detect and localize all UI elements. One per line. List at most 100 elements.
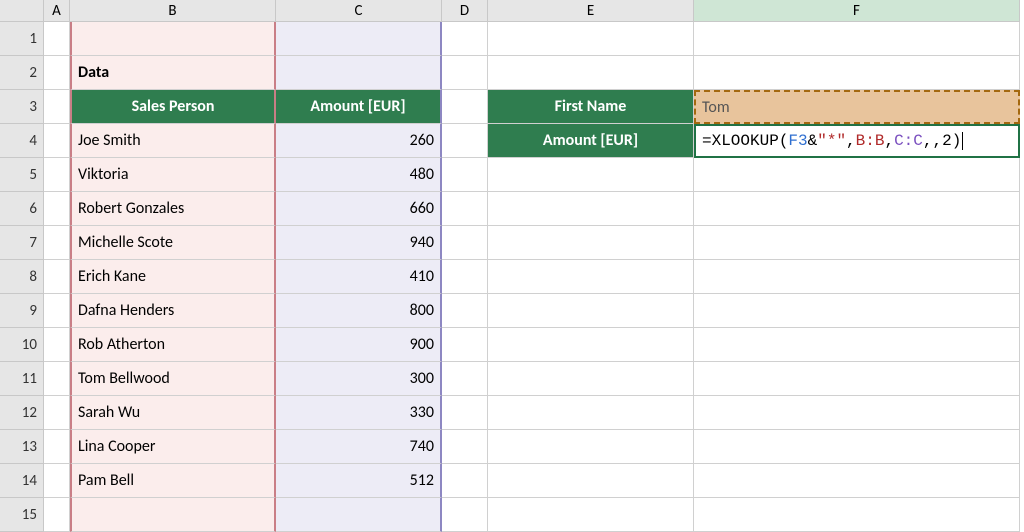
cell-F15[interactable]	[694, 498, 1020, 532]
row-header[interactable]: 15	[0, 498, 44, 532]
cell-C13[interactable]: 740	[276, 430, 442, 464]
row-header[interactable]: 10	[0, 328, 44, 362]
cell-F11[interactable]	[694, 362, 1020, 396]
cell-F5[interactable]	[694, 158, 1020, 192]
cell-F7[interactable]	[694, 226, 1020, 260]
row-header[interactable]: 2	[0, 56, 44, 90]
cell-C2[interactable]	[276, 56, 442, 90]
cell-C1[interactable]	[276, 22, 442, 56]
cell-A1[interactable]	[44, 22, 70, 56]
cell-C15[interactable]	[276, 498, 442, 532]
cell-E11[interactable]	[488, 362, 694, 396]
cell-A13[interactable]	[44, 430, 70, 464]
cell-D5[interactable]	[442, 158, 488, 192]
cell-B5[interactable]: Viktoria	[70, 158, 276, 192]
cell-B14[interactable]: Pam Bell	[70, 464, 276, 498]
cell-E15[interactable]	[488, 498, 694, 532]
cell-B9[interactable]: Dafna Henders	[70, 294, 276, 328]
cell-B4[interactable]: Joe Smith	[70, 124, 276, 158]
cell-B12[interactable]: Sarah Wu	[70, 396, 276, 430]
cell-A7[interactable]	[44, 226, 70, 260]
cell-A3[interactable]	[44, 90, 70, 124]
row-header[interactable]: 11	[0, 362, 44, 396]
row-header[interactable]: 3	[0, 90, 44, 124]
cell-F12[interactable]	[694, 396, 1020, 430]
cell-B13[interactable]: Lina Cooper	[70, 430, 276, 464]
cell-A9[interactable]	[44, 294, 70, 328]
row-header[interactable]: 13	[0, 430, 44, 464]
cell-F10[interactable]	[694, 328, 1020, 362]
cell-D12[interactable]	[442, 396, 488, 430]
cell-C10[interactable]: 900	[276, 328, 442, 362]
row-header[interactable]: 4	[0, 124, 44, 158]
cell-A2[interactable]	[44, 56, 70, 90]
cell-A8[interactable]	[44, 260, 70, 294]
row-header[interactable]: 12	[0, 396, 44, 430]
col-header-C[interactable]: C	[276, 0, 442, 22]
cell-A5[interactable]	[44, 158, 70, 192]
cell-B7[interactable]: Michelle Scote	[70, 226, 276, 260]
cell-B15[interactable]	[70, 498, 276, 532]
cell-F6[interactable]	[694, 192, 1020, 226]
cell-E10[interactable]	[488, 328, 694, 362]
spreadsheet-grid[interactable]: A B C D E F 1 2 Data 3 Sales Person Amou…	[0, 0, 1024, 532]
cell-D4[interactable]	[442, 124, 488, 158]
select-all-corner[interactable]	[0, 0, 44, 22]
row-header[interactable]: 8	[0, 260, 44, 294]
cell-E5[interactable]	[488, 158, 694, 192]
row-header[interactable]: 5	[0, 158, 44, 192]
col-header-D[interactable]: D	[442, 0, 488, 22]
cell-F14[interactable]	[694, 464, 1020, 498]
cell-E14[interactable]	[488, 464, 694, 498]
cell-C14[interactable]: 512	[276, 464, 442, 498]
cell-C12[interactable]: 330	[276, 396, 442, 430]
col-header-A[interactable]: A	[44, 0, 70, 22]
row-header[interactable]: 1	[0, 22, 44, 56]
cell-C5[interactable]: 480	[276, 158, 442, 192]
cell-D6[interactable]	[442, 192, 488, 226]
cell-C3[interactable]: Amount [EUR]	[276, 90, 442, 124]
cell-C8[interactable]: 410	[276, 260, 442, 294]
cell-E6[interactable]	[488, 192, 694, 226]
cell-F8[interactable]	[694, 260, 1020, 294]
cell-D8[interactable]	[442, 260, 488, 294]
cell-E4[interactable]: Amount [EUR]	[488, 124, 694, 158]
cell-D15[interactable]	[442, 498, 488, 532]
cell-C9[interactable]: 800	[276, 294, 442, 328]
cell-E8[interactable]	[488, 260, 694, 294]
cell-F3[interactable]: Tom	[694, 90, 1020, 124]
cell-F4-formula-edit[interactable]: =XLOOKUP(F3&"*",B:B,C:C,,2)	[694, 124, 1020, 158]
cell-B2[interactable]: Data	[70, 56, 276, 90]
cell-A10[interactable]	[44, 328, 70, 362]
col-header-B[interactable]: B	[70, 0, 276, 22]
cell-E2[interactable]	[488, 56, 694, 90]
cell-E1[interactable]	[488, 22, 694, 56]
cell-C11[interactable]: 300	[276, 362, 442, 396]
row-header[interactable]: 9	[0, 294, 44, 328]
row-header[interactable]: 6	[0, 192, 44, 226]
cell-D11[interactable]	[442, 362, 488, 396]
cell-E13[interactable]	[488, 430, 694, 464]
cell-D2[interactable]	[442, 56, 488, 90]
cell-D1[interactable]	[442, 22, 488, 56]
cell-C4[interactable]: 260	[276, 124, 442, 158]
cell-D3[interactable]	[442, 90, 488, 124]
cell-E7[interactable]	[488, 226, 694, 260]
cell-C6[interactable]: 660	[276, 192, 442, 226]
cell-D7[interactable]	[442, 226, 488, 260]
cell-A6[interactable]	[44, 192, 70, 226]
cell-D13[interactable]	[442, 430, 488, 464]
cell-A12[interactable]	[44, 396, 70, 430]
cell-B6[interactable]: Robert Gonzales	[70, 192, 276, 226]
cell-F9[interactable]	[694, 294, 1020, 328]
cell-B3[interactable]: Sales Person	[70, 90, 276, 124]
col-header-E[interactable]: E	[488, 0, 694, 22]
cell-F1[interactable]	[694, 22, 1020, 56]
cell-B11[interactable]: Tom Bellwood	[70, 362, 276, 396]
cell-A15[interactable]	[44, 498, 70, 532]
cell-E9[interactable]	[488, 294, 694, 328]
cell-F13[interactable]	[694, 430, 1020, 464]
cell-D10[interactable]	[442, 328, 488, 362]
cell-F2[interactable]	[694, 56, 1020, 90]
row-header[interactable]: 14	[0, 464, 44, 498]
